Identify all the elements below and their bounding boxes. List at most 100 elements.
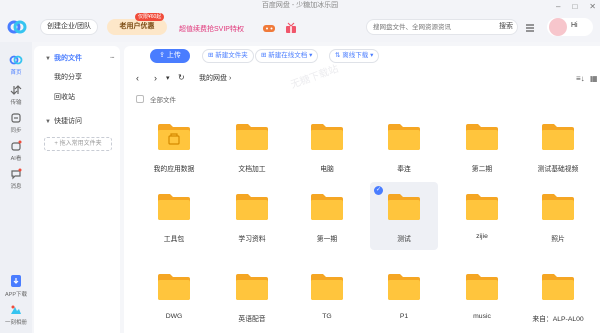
- select-all[interactable]: 全部文件: [136, 94, 176, 104]
- window-title: 百度网盘 - 少糖加冰乐园: [261, 2, 339, 9]
- folder-name: 我的应用数据: [153, 166, 195, 173]
- folder-icon: [466, 124, 498, 150]
- caret-down-icon: ▼: [45, 119, 51, 125]
- breadcrumb[interactable]: 我的网盘 ›: [199, 73, 231, 83]
- nav-item-my-files[interactable]: ▼ 我的文件 ···: [34, 51, 120, 67]
- app-folder-icon: [158, 124, 190, 150]
- folder-icon: [388, 124, 420, 150]
- folder-tile[interactable]: 奉连: [370, 112, 438, 180]
- nav-panel: ▼ 我的文件 ··· 我的分享 回收站 ▼ 快捷访问 + 拖入常用文件夹: [34, 46, 120, 333]
- folder-name: 照片: [551, 236, 565, 243]
- nav-label: 快捷访问: [54, 118, 82, 125]
- more-icon[interactable]: ···: [110, 51, 115, 67]
- settings-icon[interactable]: [523, 22, 537, 34]
- folder-tile[interactable]: 学习资料: [218, 182, 286, 250]
- folder-name: zijie: [476, 233, 488, 240]
- folder-name: 测试基础视频: [537, 166, 579, 173]
- folder-icon: [236, 194, 268, 220]
- nav-label: 回收站: [54, 94, 75, 101]
- rail-label: 消息: [10, 184, 22, 190]
- sort-icon[interactable]: ≡↓: [576, 74, 585, 83]
- refresh-icon[interactable]: ↻: [178, 73, 185, 82]
- folder-tile[interactable]: DWG: [140, 262, 208, 330]
- folder-tile[interactable]: music: [448, 262, 516, 330]
- rail-label: 首页: [10, 70, 22, 76]
- nav-item-quick-access[interactable]: ▼ 快捷访问: [34, 114, 120, 130]
- new-folder-button[interactable]: ⊞ 新建文件夹: [202, 49, 254, 63]
- new-online-doc-button[interactable]: ⊞ 新建在线文档 ▾: [255, 49, 319, 63]
- selected-check-icon[interactable]: ✓: [374, 186, 383, 195]
- doc-plus-icon: ⊞: [261, 52, 267, 59]
- select-all-checkbox[interactable]: [136, 95, 144, 103]
- folder-tile[interactable]: 文档加工: [218, 112, 286, 180]
- select-all-label: 全部文件: [150, 97, 176, 104]
- folder-icon: [311, 124, 343, 150]
- rail-item-app-download[interactable]: APP下载: [0, 274, 32, 298]
- file-browser: 无糖下载站 ⇪ 上传 ⊞ 新建文件夹 ⊞ 新建在线文档 ▾ ⇅ 离线下载 ▾ ‹…: [124, 46, 600, 333]
- new-folder-label: 新建文件夹: [215, 52, 248, 59]
- upload-button[interactable]: ⇪ 上传: [150, 49, 190, 63]
- maximize-icon[interactable]: □: [572, 2, 577, 11]
- folder-name: music: [473, 313, 491, 320]
- nav-item-my-shares[interactable]: 我的分享: [34, 70, 120, 86]
- gamepad-icon[interactable]: [262, 22, 276, 34]
- grid-view-icon[interactable]: ▦: [590, 74, 598, 83]
- folder-name: P1: [399, 313, 409, 320]
- create-enterprise-button[interactable]: 创建企业/团队: [40, 19, 98, 35]
- offline-download-button[interactable]: ⇅ 离线下载 ▾: [329, 49, 380, 63]
- folder-name: 奉连: [397, 166, 411, 173]
- gift-icon[interactable]: [284, 22, 298, 34]
- forward-arrow-icon[interactable]: ›: [154, 73, 157, 83]
- rail-item-transfer[interactable]: 传输: [0, 84, 32, 106]
- chevron-down-icon: ▾: [309, 52, 313, 59]
- folder-name: TG: [322, 313, 332, 320]
- folder-name: 工具包: [163, 236, 185, 243]
- folder-tile[interactable]: 英语配音: [218, 262, 286, 330]
- transfer-icon: [10, 85, 22, 95]
- dropdown-icon[interactable]: ▾: [166, 74, 170, 82]
- search-button[interactable]: 搜索: [499, 21, 513, 33]
- chevron-right-icon: ›: [228, 75, 232, 82]
- folder-tile[interactable]: 第二期: [448, 112, 516, 180]
- add-quick-folder-dropzone[interactable]: + 拖入常用文件夹: [44, 137, 112, 151]
- search-box: 搜索: [366, 19, 518, 35]
- folder-name: 英语配音: [238, 316, 266, 323]
- sync-icon: [11, 113, 21, 123]
- minimize-icon[interactable]: –: [556, 2, 560, 11]
- rail-label: 同步: [10, 128, 22, 134]
- folder-icon: [388, 274, 420, 300]
- search-input[interactable]: [373, 20, 483, 34]
- rail-item-sync[interactable]: 同步: [0, 112, 32, 134]
- close-icon[interactable]: ✕: [589, 2, 596, 11]
- folder-tile[interactable]: TG: [293, 262, 361, 330]
- rail-item-messages[interactable]: 消息: [0, 168, 32, 190]
- rail-item-ai[interactable]: AI看: [0, 140, 32, 162]
- folder-plus-icon: ⊞: [208, 52, 214, 59]
- folder-tile[interactable]: 照片: [524, 182, 592, 250]
- folder-tile[interactable]: 我的应用数据: [140, 112, 208, 180]
- folder-tile[interactable]: P1: [370, 262, 438, 330]
- folder-tile[interactable]: zijie: [448, 182, 516, 250]
- folder-tile[interactable]: 电脑: [293, 112, 361, 180]
- folder-tile[interactable]: 来自：ALP-AL00: [524, 262, 592, 330]
- folder-tile[interactable]: 工具包: [140, 182, 208, 250]
- rail-label: AI看: [10, 156, 22, 162]
- folder-tile[interactable]: 测试基础视频: [524, 112, 592, 180]
- vip-offer-button[interactable]: 老用户优惠: [107, 19, 167, 35]
- back-arrow-icon[interactable]: ‹: [136, 73, 139, 83]
- left-rail: 首页 传输 同步 AI看 消息 APP下载 一刻相册: [0, 42, 32, 333]
- folder-tile[interactable]: 第一期: [293, 182, 361, 250]
- avatar-greeting: Hi: [571, 22, 578, 29]
- user-avatar[interactable]: Hi: [547, 18, 593, 36]
- upload-icon: ⇪: [159, 52, 165, 59]
- nav-item-recycle[interactable]: 回收站: [34, 90, 120, 106]
- rail-item-album[interactable]: 一刻相册: [0, 304, 32, 326]
- title-bar: 百度网盘 - 少糖加冰乐园 – □ ✕: [0, 0, 600, 12]
- folder-name: 测试: [397, 236, 411, 243]
- svip-promo-link[interactable]: 超值续费抢SVIP特权: [179, 24, 244, 34]
- folder-tile[interactable]: ✓ 测试: [370, 182, 438, 250]
- rail-label: 一刻相册: [4, 320, 27, 326]
- upload-label: 上传: [166, 52, 181, 59]
- ai-icon: [11, 140, 22, 151]
- rail-item-home[interactable]: 首页: [0, 54, 32, 76]
